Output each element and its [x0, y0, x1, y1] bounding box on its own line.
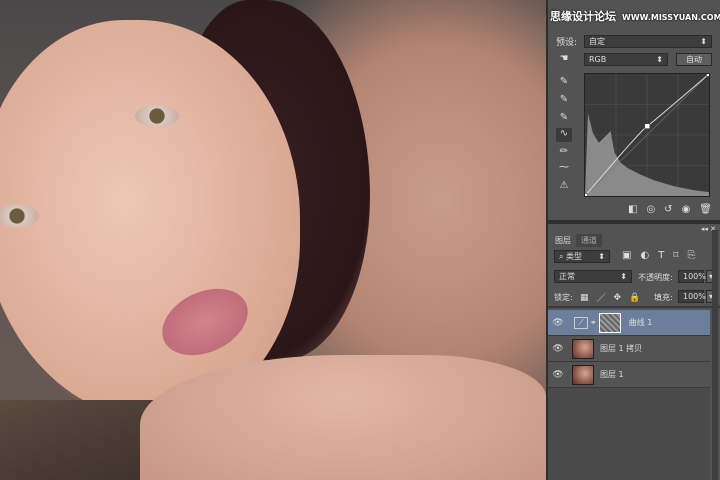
layer-mask-thumbnail[interactable] — [598, 312, 621, 333]
auto-button[interactable]: 自动 — [676, 53, 712, 66]
eye-icon[interactable]: 👁 — [548, 344, 568, 354]
pencil-icon[interactable]: ✏ — [556, 146, 572, 160]
eye-icon[interactable]: 👁 — [548, 318, 568, 328]
image-filter-icon[interactable]: ▣ — [622, 250, 631, 261]
layer-name: 图层 1 拷贝 — [600, 344, 643, 353]
layer-thumbnail — [572, 364, 594, 385]
fill-label: 填充: — [654, 293, 673, 302]
adjustment-filter-icon[interactable]: ◐ — [640, 250, 649, 261]
opacity-label: 不透明度: — [638, 273, 673, 282]
channel-select[interactable]: RGB ⬍ — [584, 53, 668, 66]
layer-row-base[interactable]: 👁 图层 1 — [548, 362, 710, 388]
curve-control-point[interactable] — [706, 73, 710, 77]
right-panel: 思缘设计论坛 WWW.MISSYUAN.COM 预设: 自定 ⬍ ☚ RGB ⬍ 自动… — [546, 0, 720, 480]
clip-to-layer-icon[interactable]: ◧ — [628, 204, 637, 215]
smooth-icon[interactable]: ⁓ — [556, 162, 572, 176]
fill-input[interactable]: 100% — [678, 290, 706, 303]
view-previous-icon[interactable]: ◎ — [646, 204, 655, 215]
shape-filter-icon[interactable]: ⌑ — [673, 250, 678, 261]
link-icon: ⚭ — [590, 318, 597, 327]
face — [0, 20, 300, 420]
smart-filter-icon[interactable]: ⎘ — [687, 250, 695, 261]
blend-mode-select[interactable]: 正常 ⬍ — [554, 270, 632, 283]
white-eyedropper-icon[interactable]: ✎ — [556, 112, 572, 126]
filter-select[interactable]: ⌕ 类型 ⬍ — [554, 250, 610, 263]
curves-adjustment-icon: ⟋ — [574, 316, 588, 329]
layer-row-copy[interactable]: 👁 图层 1 拷贝 — [548, 336, 710, 362]
layer-row-curves[interactable]: 👁 ⟋ ⚭ 曲线 1 — [548, 310, 710, 336]
target-adjust-icon[interactable]: ☚ — [556, 53, 572, 67]
layers-tabs: 图层 通道 — [550, 234, 602, 247]
visibility-icon[interactable]: ◉ — [682, 204, 691, 215]
preset-label: 预设: — [556, 38, 578, 48]
watermark: 思缘设计论坛 WWW.MISSYUAN.COM — [550, 10, 720, 23]
curve-control-point[interactable] — [644, 123, 650, 129]
curves-graph[interactable] — [584, 73, 710, 197]
black-eyedropper-icon[interactable]: ✎ — [556, 76, 572, 90]
panel-divider — [548, 220, 720, 224]
divider — [548, 306, 720, 308]
curve-control-point[interactable] — [584, 193, 588, 197]
reset-icon[interactable]: ↺ — [664, 204, 672, 215]
eye-icon[interactable]: 👁 — [548, 370, 568, 380]
photo-canvas[interactable] — [0, 0, 546, 480]
hand — [140, 355, 546, 480]
preset-select[interactable]: 自定 ⬍ — [584, 35, 712, 48]
layer-name: 曲线 1 — [628, 318, 653, 327]
scrollbar[interactable] — [712, 230, 718, 480]
lock-position-icon[interactable]: ✥ — [614, 293, 622, 303]
tab-channels[interactable]: 通道 — [576, 234, 602, 247]
properties-toolbar: ◧ ◎ ↺ ◉ 🗑 — [628, 204, 712, 215]
layer-name: 图层 1 — [600, 370, 624, 379]
lock-paint-icon[interactable]: ／ — [597, 291, 606, 304]
eye — [135, 105, 179, 127]
curve-point-icon[interactable]: ∿ — [556, 128, 572, 142]
trash-icon[interactable]: 🗑 — [699, 204, 712, 215]
tab-layers[interactable]: 图层 — [550, 234, 576, 247]
gray-eyedropper-icon[interactable]: ✎ — [556, 94, 572, 108]
opacity-input[interactable]: 100% — [678, 270, 706, 283]
lock-pixels-icon[interactable]: ▦ — [580, 293, 589, 303]
lock-all-icon[interactable]: 🔒 — [629, 293, 640, 303]
lock-label: 锁定: — [554, 293, 573, 302]
type-filter-icon[interactable]: T — [658, 250, 664, 261]
layer-thumbnail — [572, 338, 594, 359]
layers-empty-area — [548, 388, 710, 480]
clipping-warning-icon[interactable]: ⚠ — [556, 180, 572, 194]
